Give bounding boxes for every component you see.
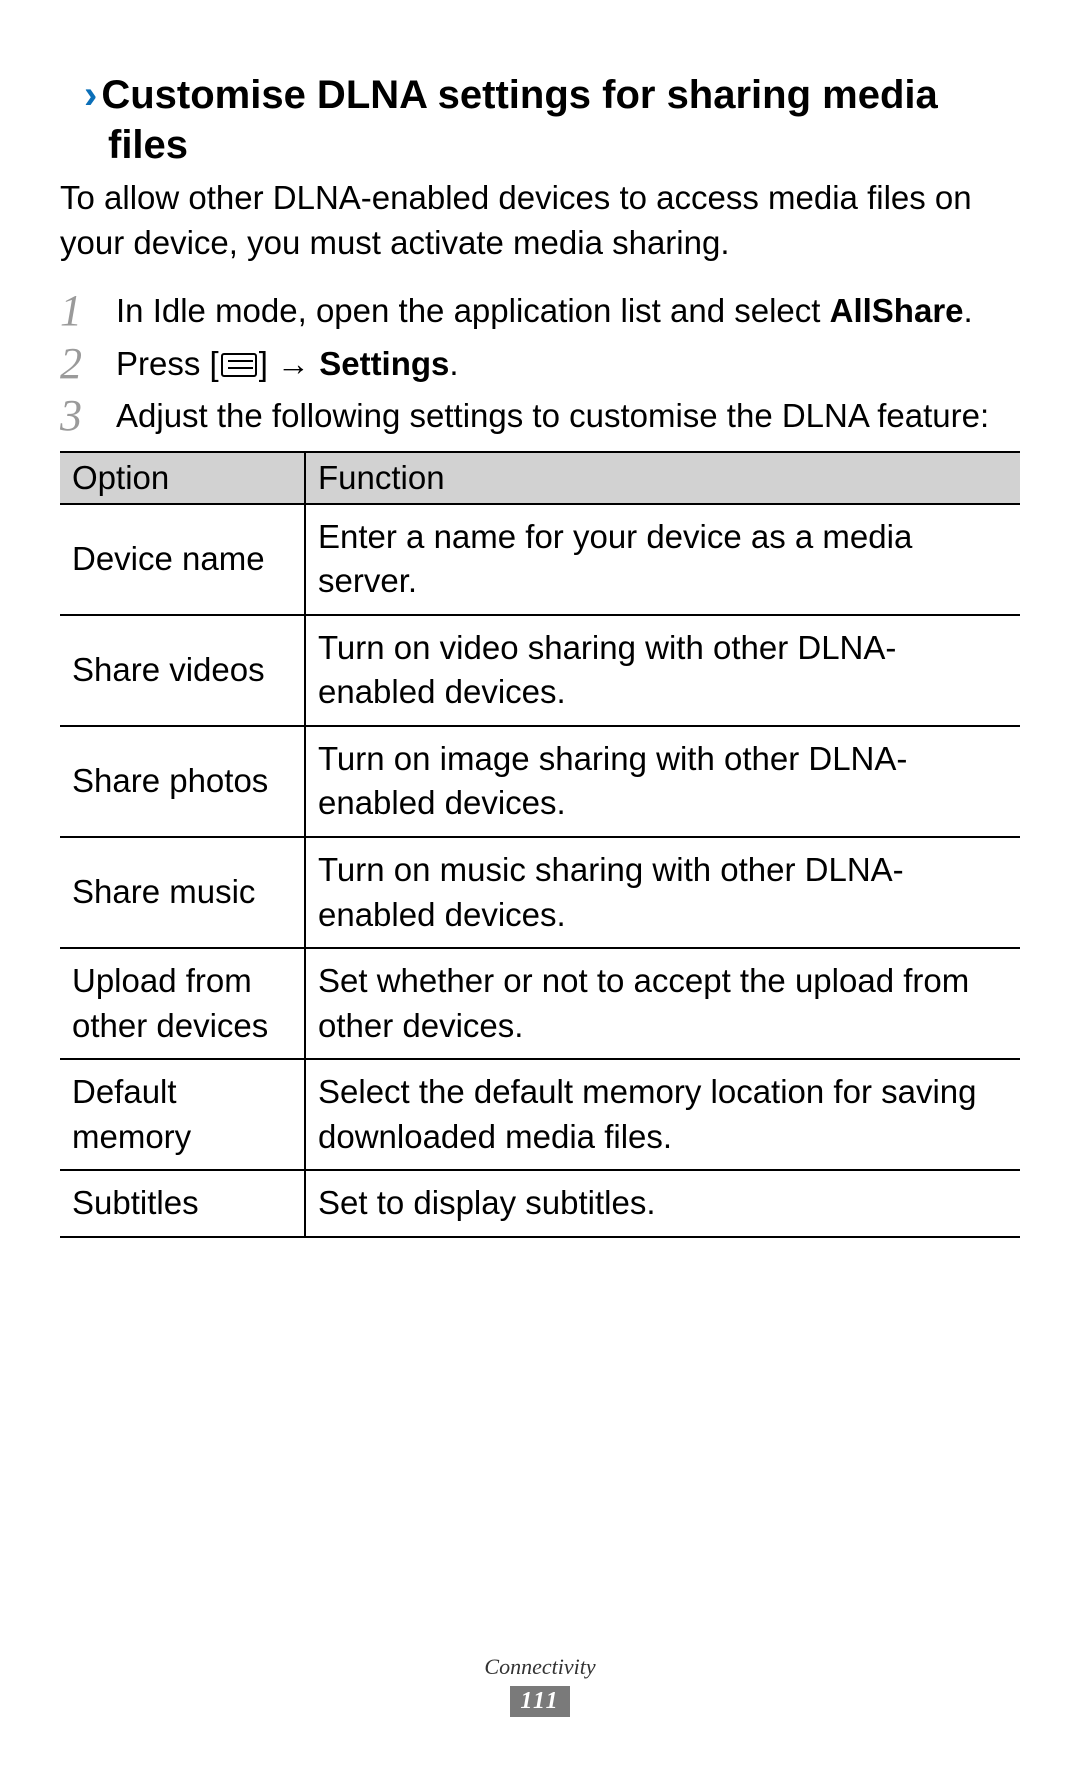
page-number: 111 bbox=[510, 1686, 569, 1717]
intro-paragraph: To allow other DLNA-enabled devices to a… bbox=[60, 176, 1020, 265]
table-row: Subtitles Set to display subtitles. bbox=[60, 1170, 1020, 1237]
table-row: Share videos Turn on video sharing with … bbox=[60, 615, 1020, 726]
cell-function: Turn on image sharing with other DLNA-en… bbox=[305, 726, 1020, 837]
table-row: Default memory Select the default memory… bbox=[60, 1059, 1020, 1170]
step-bold: AllShare bbox=[830, 292, 964, 329]
step-text: In Idle mode, open the application list … bbox=[116, 292, 830, 329]
step-item: 2 Press [] → Settings. bbox=[60, 342, 1020, 387]
document-page: ›Customise DLNA settings for sharing med… bbox=[0, 0, 1080, 1238]
step-mid: ] → bbox=[259, 345, 320, 382]
page-footer: Connectivity 111 bbox=[0, 1654, 1080, 1717]
cell-option: Device name bbox=[60, 504, 305, 615]
table-row: Upload from other devices Set whether or… bbox=[60, 948, 1020, 1059]
cell-function: Select the default memory location for s… bbox=[305, 1059, 1020, 1170]
cell-function: Turn on video sharing with other DLNA-en… bbox=[305, 615, 1020, 726]
cell-option: Share photos bbox=[60, 726, 305, 837]
steps-list: 1 In Idle mode, open the application lis… bbox=[60, 289, 1020, 439]
step-bold: Settings bbox=[319, 345, 449, 382]
chevron-icon: › bbox=[84, 73, 101, 117]
step-post: . bbox=[964, 292, 973, 329]
step-item: 3 Adjust the following settings to custo… bbox=[60, 394, 1020, 439]
cell-function: Enter a name for your device as a media … bbox=[305, 504, 1020, 615]
step-number: 3 bbox=[60, 386, 104, 445]
table-row: Device name Enter a name for your device… bbox=[60, 504, 1020, 615]
settings-table: Option Function Device name Enter a name… bbox=[60, 451, 1020, 1238]
header-function: Function bbox=[305, 452, 1020, 504]
step-item: 1 In Idle mode, open the application lis… bbox=[60, 289, 1020, 334]
cell-option: Share music bbox=[60, 837, 305, 948]
cell-function: Set to display subtitles. bbox=[305, 1170, 1020, 1237]
cell-option: Upload from other devices bbox=[60, 948, 305, 1059]
footer-section-name: Connectivity bbox=[0, 1654, 1080, 1680]
cell-function: Set whether or not to accept the upload … bbox=[305, 948, 1020, 1059]
cell-option: Subtitles bbox=[60, 1170, 305, 1237]
step-number: 2 bbox=[60, 334, 104, 393]
menu-key-icon bbox=[221, 353, 257, 377]
step-number: 1 bbox=[60, 281, 104, 340]
header-option: Option bbox=[60, 452, 305, 504]
step-text: Adjust the following settings to customi… bbox=[116, 397, 989, 434]
cell-option: Share videos bbox=[60, 615, 305, 726]
table-header-row: Option Function bbox=[60, 452, 1020, 504]
step-post: . bbox=[449, 345, 458, 382]
table-row: Share music Turn on music sharing with o… bbox=[60, 837, 1020, 948]
table-row: Share photos Turn on image sharing with … bbox=[60, 726, 1020, 837]
heading-text: Customise DLNA settings for sharing medi… bbox=[101, 73, 937, 167]
section-heading: ›Customise DLNA settings for sharing med… bbox=[60, 70, 1020, 170]
step-text: Press [ bbox=[116, 345, 219, 382]
cell-option: Default memory bbox=[60, 1059, 305, 1170]
cell-function: Turn on music sharing with other DLNA-en… bbox=[305, 837, 1020, 948]
